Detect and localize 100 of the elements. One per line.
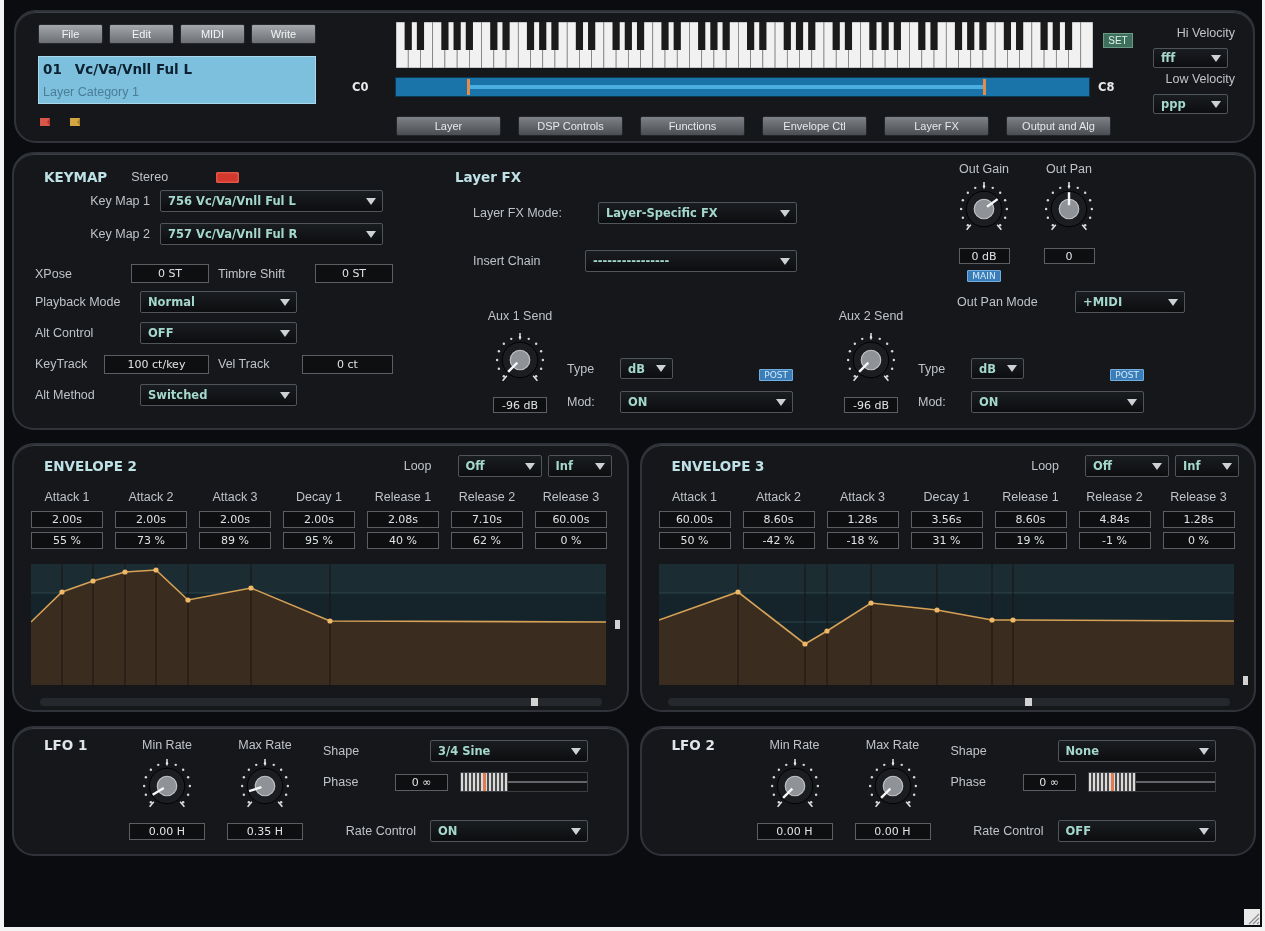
value-field[interactable]: -96 dB [493, 397, 547, 413]
level-field[interactable]: 31 % [910, 532, 983, 549]
phase-slider[interactable] [1087, 772, 1216, 792]
time-field[interactable]: 1.28s [1162, 511, 1235, 528]
dropdown[interactable]: Inf [1175, 455, 1239, 477]
level-field[interactable]: 0 % [1162, 532, 1235, 549]
set-button[interactable]: SET [1103, 33, 1133, 48]
scrollbar[interactable] [40, 698, 602, 706]
dropdown[interactable]: 756 Vc/Va/Vnll Ful L [160, 190, 383, 212]
value-field[interactable]: 0 ∞ [1022, 773, 1076, 791]
dropdown[interactable]: Inf [547, 455, 612, 477]
value-field[interactable]: 100 ct/key [104, 354, 209, 374]
dropdown[interactable]: +MIDI [1075, 291, 1185, 313]
page-button[interactable]: Functions [640, 116, 745, 136]
level-field[interactable]: 62 % [451, 532, 523, 549]
caret-icon [280, 391, 290, 399]
level-field[interactable]: 73 % [115, 532, 187, 549]
scroll-thumb[interactable] [1024, 698, 1032, 706]
level-field[interactable]: 95 % [283, 532, 355, 549]
time-field[interactable]: 4.84s [1078, 511, 1151, 528]
value-field[interactable]: 0.35 H [227, 823, 303, 840]
value-field[interactable]: 0.00 H [129, 823, 205, 840]
page-button[interactable]: Envelope Ctl [762, 116, 867, 136]
field-label: Out Pan Mode [957, 295, 1038, 309]
caret-icon [1222, 462, 1232, 470]
slider-thumb[interactable] [461, 773, 508, 791]
range-handle[interactable] [983, 79, 987, 95]
dropdown[interactable]: OFF [1057, 820, 1216, 842]
stereo-led-icon[interactable] [216, 171, 240, 183]
value-field[interactable]: 0.00 H [756, 823, 833, 840]
time-field[interactable]: 2.08s [367, 511, 439, 528]
dropdown[interactable]: Switched [140, 384, 297, 406]
dropdown[interactable]: dB [971, 358, 1024, 379]
caret-icon [571, 747, 581, 755]
value-field[interactable]: 0 [1043, 248, 1095, 264]
dropdown[interactable]: ON [620, 391, 793, 413]
field-label: Mod: [567, 395, 595, 409]
output-bus-button[interactable]: MAIN [967, 270, 1001, 282]
time-field[interactable]: 2.00s [199, 511, 271, 528]
level-field[interactable]: -1 % [1078, 532, 1151, 549]
page-button[interactable]: Layer [396, 116, 501, 136]
dropdown[interactable]: ---------------- [585, 250, 797, 272]
scrollbar[interactable] [667, 698, 1230, 706]
level-field[interactable]: 19 % [994, 532, 1067, 549]
level-field[interactable]: 0 % [535, 532, 607, 549]
range-handle[interactable] [467, 79, 471, 95]
level-field[interactable]: 55 % [31, 532, 103, 549]
level-field[interactable]: -42 % [742, 532, 815, 549]
piano-keyboard[interactable] [396, 22, 1093, 68]
level-field[interactable]: 40 % [367, 532, 439, 549]
level-field[interactable]: 50 % [658, 532, 731, 549]
value-field[interactable]: 0 ST [315, 264, 393, 283]
caret-icon [366, 197, 376, 205]
dropdown[interactable]: ON [971, 391, 1144, 413]
level-field[interactable]: -18 % [826, 532, 899, 549]
dropdown[interactable]: Normal [140, 291, 297, 313]
time-field[interactable]: 8.60s [742, 511, 815, 528]
time-field[interactable]: 60.00s [658, 511, 731, 528]
dropdown[interactable]: 757 Vc/Va/Vnll Ful R [160, 223, 383, 245]
slider-thumb[interactable] [1088, 773, 1136, 791]
time-field[interactable]: 8.60s [994, 511, 1067, 528]
scroll-thumb[interactable] [1242, 676, 1248, 685]
value-field[interactable]: -96 dB [844, 397, 898, 413]
led-icon [40, 118, 50, 126]
dropdown[interactable]: dB [620, 358, 673, 379]
dropdown[interactable]: OFF [140, 322, 297, 344]
dropdown[interactable]: fff [1153, 48, 1228, 68]
page-button[interactable]: DSP Controls [518, 116, 623, 136]
send-mode-button[interactable]: POST [1110, 369, 1144, 381]
stage-label: Attack 2 [128, 490, 174, 504]
dropdown[interactable]: ppp [1153, 94, 1228, 114]
time-field[interactable]: 2.00s [283, 511, 355, 528]
time-field[interactable]: 1.28s [826, 511, 899, 528]
time-field[interactable]: 60.00s [535, 511, 607, 528]
scroll-thumb[interactable] [615, 620, 620, 629]
level-field[interactable]: 89 % [199, 532, 271, 549]
time-field[interactable]: 3.56s [910, 511, 983, 528]
section-title: KEYMAP [44, 169, 108, 185]
time-field[interactable]: 7.10s [451, 511, 523, 528]
phase-slider[interactable] [460, 772, 588, 792]
value-field[interactable]: 0 ST [131, 264, 209, 283]
time-field[interactable]: 2.00s [31, 511, 103, 528]
dropdown[interactable]: Off [1085, 455, 1169, 477]
value-field[interactable]: 0 ct [302, 354, 393, 374]
page-button[interactable]: Layer FX [884, 116, 989, 136]
value-field[interactable]: 0 dB [958, 248, 1010, 264]
resize-grip-icon[interactable] [1244, 909, 1260, 925]
time-field[interactable]: 2.00s [115, 511, 187, 528]
field-label: XPose [35, 266, 72, 281]
value-field[interactable]: 0 ∞ [395, 773, 448, 791]
dropdown[interactable]: 3/4 Sine [430, 740, 588, 762]
key-range-bar[interactable] [395, 77, 1090, 97]
value-field[interactable]: 0.00 H [854, 823, 931, 840]
page-button[interactable]: Output and Alg [1006, 116, 1111, 136]
scroll-thumb[interactable] [531, 698, 538, 706]
dropdown[interactable]: Off [457, 455, 542, 477]
dropdown[interactable]: None [1057, 740, 1216, 762]
dropdown[interactable]: ON [430, 820, 588, 842]
dropdown[interactable]: Layer-Specific FX [598, 202, 797, 224]
send-mode-button[interactable]: POST [759, 369, 793, 381]
